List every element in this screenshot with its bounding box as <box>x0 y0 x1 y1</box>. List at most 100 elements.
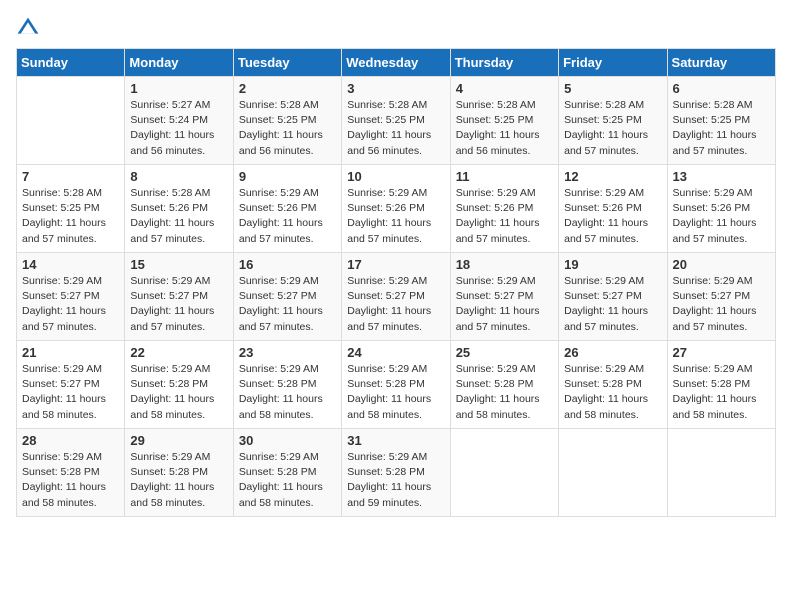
day-info: Sunrise: 5:28 AM Sunset: 5:25 PM Dayligh… <box>456 98 553 159</box>
calendar-week-3: 14Sunrise: 5:29 AM Sunset: 5:27 PM Dayli… <box>17 253 776 341</box>
day-info: Sunrise: 5:29 AM Sunset: 5:26 PM Dayligh… <box>239 186 336 247</box>
day-number: 2 <box>239 81 336 96</box>
calendar-cell: 9 Sunrise: 5:29 AM Sunset: 5:26 PM Daylig… <box>233 165 341 253</box>
day-number: 27 <box>673 345 770 360</box>
day-number: 19 <box>564 257 661 272</box>
day-info: Sunrise: 5:29 AM Sunset: 5:27 PM Dayligh… <box>239 274 336 335</box>
calendar-cell: 6 Sunrise: 5:28 AM Sunset: 5:25 PM Daylig… <box>667 77 775 165</box>
calendar-cell: 22 Sunrise: 5:29 AM Sunset: 5:28 PM Dayli… <box>125 341 233 429</box>
day-number: 18 <box>456 257 553 272</box>
calendar-cell: 2 Sunrise: 5:28 AM Sunset: 5:25 PM Daylig… <box>233 77 341 165</box>
day-number: 3 <box>347 81 444 96</box>
day-number: 13 <box>673 169 770 184</box>
calendar-table: SundayMondayTuesdayWednesdayThursdayFrid… <box>16 48 776 517</box>
calendar-cell: 31Sunrise: 5:29 AM Sunset: 5:28 PM Dayli… <box>342 429 450 517</box>
day-info: Sunrise: 5:29 AM Sunset: 5:28 PM Dayligh… <box>456 362 553 423</box>
day-number: 28 <box>22 433 119 448</box>
day-number: 5 <box>564 81 661 96</box>
calendar-cell: 8Sunrise: 5:28 AM Sunset: 5:26 PM Daylig… <box>125 165 233 253</box>
day-number: 7 <box>22 169 119 184</box>
calendar-cell <box>559 429 667 517</box>
calendar-cell: 11 Sunrise: 5:29 AM Sunset: 5:26 PM Dayli… <box>450 165 558 253</box>
day-info: Sunrise: 5:27 AM Sunset: 5:24 PM Dayligh… <box>130 98 227 159</box>
calendar-cell: 24 Sunrise: 5:29 AM Sunset: 5:28 PM Dayli… <box>342 341 450 429</box>
calendar-week-4: 21 Sunrise: 5:29 AM Sunset: 5:27 PM Dayli… <box>17 341 776 429</box>
logo-icon <box>16 16 40 40</box>
header-row: SundayMondayTuesdayWednesdayThursdayFrid… <box>17 49 776 77</box>
calendar-cell <box>17 77 125 165</box>
day-number: 17 <box>347 257 444 272</box>
day-info: Sunrise: 5:29 AM Sunset: 5:28 PM Dayligh… <box>22 450 119 511</box>
day-number: 23 <box>239 345 336 360</box>
day-info: Sunrise: 5:29 AM Sunset: 5:28 PM Dayligh… <box>239 362 336 423</box>
day-info: Sunrise: 5:28 AM Sunset: 5:25 PM Dayligh… <box>347 98 444 159</box>
calendar-cell: 30 Sunrise: 5:29 AM Sunset: 5:28 PM Dayli… <box>233 429 341 517</box>
calendar-cell: 27Sunrise: 5:29 AM Sunset: 5:28 PM Dayli… <box>667 341 775 429</box>
day-number: 11 <box>456 169 553 184</box>
day-header-saturday: Saturday <box>667 49 775 77</box>
day-header-sunday: Sunday <box>17 49 125 77</box>
calendar-cell: 19 Sunrise: 5:29 AM Sunset: 5:27 PM Dayli… <box>559 253 667 341</box>
day-number: 21 <box>22 345 119 360</box>
day-number: 6 <box>673 81 770 96</box>
day-info: Sunrise: 5:29 AM Sunset: 5:28 PM Dayligh… <box>347 362 444 423</box>
day-info: Sunrise: 5:29 AM Sunset: 5:28 PM Dayligh… <box>130 450 227 511</box>
day-info: Sunrise: 5:29 AM Sunset: 5:27 PM Dayligh… <box>22 274 119 335</box>
calendar-cell: 5 Sunrise: 5:28 AM Sunset: 5:25 PM Daylig… <box>559 77 667 165</box>
calendar-cell: 18 Sunrise: 5:29 AM Sunset: 5:27 PM Dayli… <box>450 253 558 341</box>
day-header-tuesday: Tuesday <box>233 49 341 77</box>
day-info: Sunrise: 5:29 AM Sunset: 5:26 PM Dayligh… <box>673 186 770 247</box>
day-info: Sunrise: 5:29 AM Sunset: 5:27 PM Dayligh… <box>456 274 553 335</box>
day-number: 9 <box>239 169 336 184</box>
calendar-cell: 29 Sunrise: 5:29 AM Sunset: 5:28 PM Dayli… <box>125 429 233 517</box>
calendar-cell: 21 Sunrise: 5:29 AM Sunset: 5:27 PM Dayli… <box>17 341 125 429</box>
day-info: Sunrise: 5:28 AM Sunset: 5:25 PM Dayligh… <box>239 98 336 159</box>
calendar-cell: 3 Sunrise: 5:28 AM Sunset: 5:25 PM Daylig… <box>342 77 450 165</box>
day-number: 15 <box>130 257 227 272</box>
logo <box>16 16 44 40</box>
calendar-cell: 10 Sunrise: 5:29 AM Sunset: 5:26 PM Dayli… <box>342 165 450 253</box>
calendar-cell: 15 Sunrise: 5:29 AM Sunset: 5:27 PM Dayli… <box>125 253 233 341</box>
day-info: Sunrise: 5:28 AM Sunset: 5:26 PM Dayligh… <box>130 186 227 247</box>
day-number: 1 <box>130 81 227 96</box>
day-header-friday: Friday <box>559 49 667 77</box>
day-info: Sunrise: 5:29 AM Sunset: 5:27 PM Dayligh… <box>130 274 227 335</box>
day-info: Sunrise: 5:29 AM Sunset: 5:28 PM Dayligh… <box>130 362 227 423</box>
day-info: Sunrise: 5:28 AM Sunset: 5:25 PM Dayligh… <box>673 98 770 159</box>
day-info: Sunrise: 5:29 AM Sunset: 5:26 PM Dayligh… <box>564 186 661 247</box>
calendar-week-1: 1 Sunrise: 5:27 AM Sunset: 5:24 PM Daylig… <box>17 77 776 165</box>
day-info: Sunrise: 5:29 AM Sunset: 5:27 PM Dayligh… <box>564 274 661 335</box>
day-number: 30 <box>239 433 336 448</box>
day-info: Sunrise: 5:29 AM Sunset: 5:28 PM Dayligh… <box>239 450 336 511</box>
day-number: 24 <box>347 345 444 360</box>
day-number: 4 <box>456 81 553 96</box>
calendar-cell <box>450 429 558 517</box>
day-header-wednesday: Wednesday <box>342 49 450 77</box>
day-number: 16 <box>239 257 336 272</box>
day-number: 22 <box>130 345 227 360</box>
day-info: Sunrise: 5:28 AM Sunset: 5:25 PM Dayligh… <box>564 98 661 159</box>
calendar-cell: 28 Sunrise: 5:29 AM Sunset: 5:28 PM Dayli… <box>17 429 125 517</box>
calendar-cell: 1 Sunrise: 5:27 AM Sunset: 5:24 PM Daylig… <box>125 77 233 165</box>
calendar-cell: 26Sunrise: 5:29 AM Sunset: 5:28 PM Dayli… <box>559 341 667 429</box>
calendar-cell <box>667 429 775 517</box>
day-number: 29 <box>130 433 227 448</box>
day-number: 12 <box>564 169 661 184</box>
day-info: Sunrise: 5:29 AM Sunset: 5:26 PM Dayligh… <box>347 186 444 247</box>
day-info: Sunrise: 5:29 AM Sunset: 5:26 PM Dayligh… <box>456 186 553 247</box>
calendar-cell: 14Sunrise: 5:29 AM Sunset: 5:27 PM Dayli… <box>17 253 125 341</box>
day-info: Sunrise: 5:29 AM Sunset: 5:28 PM Dayligh… <box>347 450 444 511</box>
calendar-cell: 13 Sunrise: 5:29 AM Sunset: 5:26 PM Dayli… <box>667 165 775 253</box>
day-header-thursday: Thursday <box>450 49 558 77</box>
calendar-cell: 25Sunrise: 5:29 AM Sunset: 5:28 PM Dayli… <box>450 341 558 429</box>
calendar-week-5: 28 Sunrise: 5:29 AM Sunset: 5:28 PM Dayli… <box>17 429 776 517</box>
calendar-cell: 17Sunrise: 5:29 AM Sunset: 5:27 PM Dayli… <box>342 253 450 341</box>
calendar-cell: 4 Sunrise: 5:28 AM Sunset: 5:25 PM Daylig… <box>450 77 558 165</box>
day-header-monday: Monday <box>125 49 233 77</box>
calendar-cell: 16 Sunrise: 5:29 AM Sunset: 5:27 PM Dayli… <box>233 253 341 341</box>
day-number: 10 <box>347 169 444 184</box>
day-number: 20 <box>673 257 770 272</box>
day-info: Sunrise: 5:29 AM Sunset: 5:27 PM Dayligh… <box>22 362 119 423</box>
page-header <box>16 16 776 40</box>
calendar-cell: 20Sunrise: 5:29 AM Sunset: 5:27 PM Dayli… <box>667 253 775 341</box>
